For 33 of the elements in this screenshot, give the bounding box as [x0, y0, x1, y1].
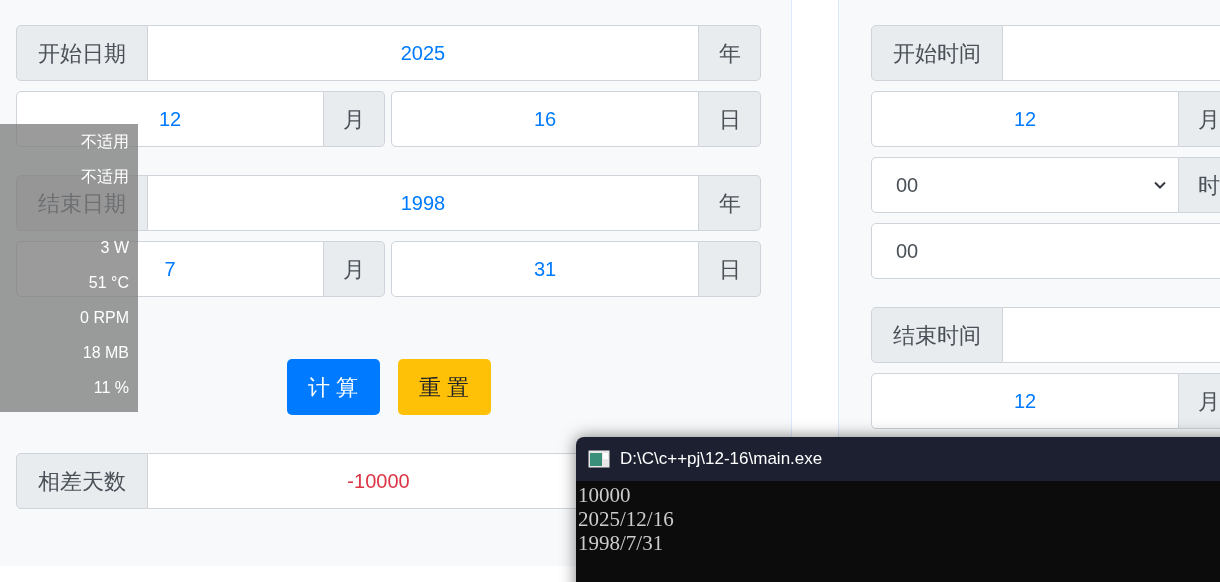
field-label: 开始时间: [871, 25, 1003, 81]
console-line: 10000: [578, 483, 632, 507]
console-line: 1998/7/31: [578, 531, 665, 555]
unit-label: 年: [699, 25, 761, 81]
unit-label: 时: [1179, 157, 1220, 213]
overlay-reading: 11 %: [93, 378, 129, 398]
day-input[interactable]: 31: [391, 241, 699, 297]
overlay-reading: 0 RPM: [80, 308, 129, 328]
month-input[interactable]: 12: [871, 91, 1179, 147]
overlay-reading: 3 W: [100, 238, 129, 258]
overlay-reading: 51 °C: [88, 273, 129, 293]
field-label: 开始日期: [16, 25, 148, 81]
overlay-reading: 18 MB: [82, 343, 129, 363]
unit-label: 月: [1179, 373, 1220, 429]
field-label: 结束时间: [871, 307, 1003, 363]
unit-label: 月: [1179, 91, 1220, 147]
unit-label: 日: [699, 91, 761, 147]
unit-label: 日: [699, 241, 761, 297]
hour-select[interactable]: 00: [871, 157, 1179, 213]
day-input[interactable]: 16: [391, 91, 699, 147]
year-input[interactable]: 1998: [148, 175, 699, 231]
reset-button[interactable]: 重 置: [397, 359, 491, 415]
unit-label: 月: [324, 241, 385, 297]
unit-label: 月: [324, 91, 385, 147]
year-input[interactable]: 2025: [148, 25, 699, 81]
unit-label: 年: [699, 175, 761, 231]
calculate-button[interactable]: 计 算: [286, 359, 380, 415]
month-input[interactable]: 12: [871, 373, 1179, 429]
chevron-icon: [1154, 181, 1166, 189]
console-icon: [588, 450, 610, 468]
field-label: 相差天数: [16, 453, 148, 509]
minute-input[interactable]: 00: [871, 223, 1220, 279]
console-line: 2025/12/16: [578, 507, 675, 531]
